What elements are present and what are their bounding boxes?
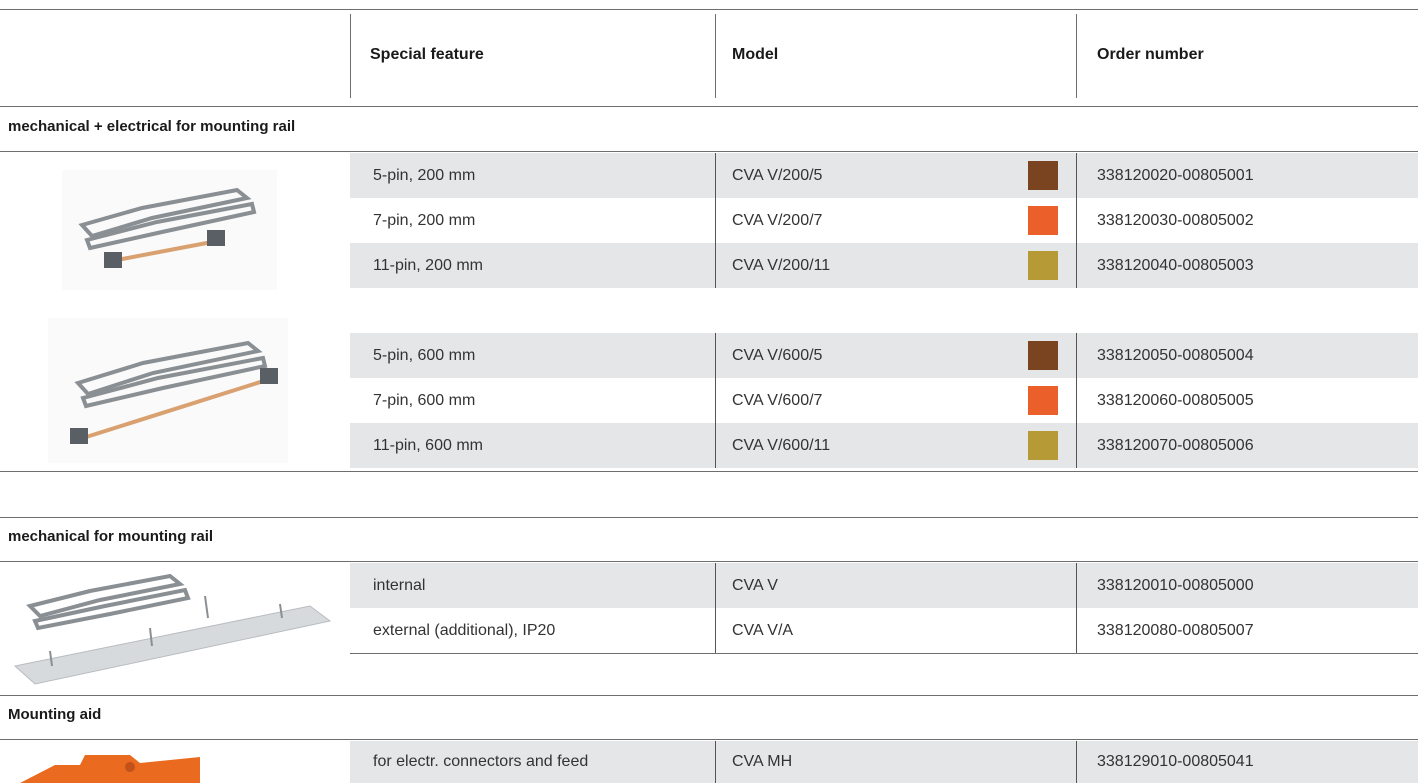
cell-order-number: 338120010-00805000 [1097,577,1254,594]
table-row: for electr. connectors and feed CVA MH 3… [350,741,1418,783]
color-swatch [1028,161,1058,190]
color-swatch [1028,386,1058,415]
color-swatch [1028,206,1058,235]
table-row: 5-pin, 200 mm CVA V/200/5 338120020-0080… [350,153,1418,198]
cell-divider [1076,243,1077,288]
cell-model: CVA V [732,577,778,594]
cell-model: CVA MH [732,753,793,770]
cell-model: CVA V/600/5 [732,347,823,364]
column-header-special-feature: Special feature [370,46,484,63]
cell-special-feature: 11-pin, 600 mm [373,437,483,454]
cell-divider [715,563,716,608]
cell-special-feature: 7-pin, 200 mm [373,212,476,229]
cell-divider [715,198,716,243]
section-bottom-border [0,471,1418,472]
table-row: 7-pin, 600 mm CVA V/600/7 338120060-0080… [350,378,1418,423]
section-title: mechanical + electrical for mounting rai… [8,118,296,135]
cell-model: CVA V/200/11 [732,257,831,274]
column-header-model: Model [732,46,779,63]
cell-divider [1076,608,1077,653]
color-swatch [1028,251,1058,280]
cell-divider [1076,333,1077,378]
section-divider [0,561,1418,562]
cell-divider [715,153,716,198]
group-bottom-border [350,653,1418,654]
cell-order-number: 338120060-00805005 [1097,392,1254,409]
section-divider [0,151,1418,152]
cell-divider [715,608,716,653]
cell-divider [1076,198,1077,243]
column-header-order-number: Order number [1097,46,1204,63]
mounting-aid-orange-image [20,755,200,783]
cell-special-feature: 7-pin, 600 mm [373,392,476,409]
cell-order-number: 338120030-00805002 [1097,212,1254,229]
cell-model: CVA V/A [732,622,794,639]
table-top-border [0,9,1418,10]
rail-connector-600mm-image [48,318,288,463]
cell-special-feature: 11-pin, 200 mm [373,257,483,274]
section-top-border [0,695,1418,696]
cell-special-feature: external (additional), IP20 [373,622,556,639]
cell-order-number: 338120070-00805006 [1097,437,1254,454]
color-swatch [1028,431,1058,460]
cell-order-number: 338120040-00805003 [1097,257,1254,274]
cell-special-feature: for electr. connectors and feed [373,753,589,770]
cell-model: CVA V/200/7 [732,212,823,229]
cell-divider [715,378,716,423]
cell-divider [715,333,716,378]
cell-order-number: 338120050-00805004 [1097,347,1254,364]
cell-special-feature: internal [373,577,426,594]
cell-model: CVA V/600/11 [732,437,831,454]
cell-divider [1076,423,1077,468]
header-divider [715,14,716,98]
cell-special-feature: 5-pin, 200 mm [373,167,476,184]
section-top-border [0,517,1418,518]
table-row: internal CVA V 338120010-00805000 [350,563,1418,608]
section-title: Mounting aid [8,706,102,723]
header-divider [1076,14,1077,98]
cell-divider [1076,153,1077,198]
table-row: 7-pin, 200 mm CVA V/200/7 338120030-0080… [350,198,1418,243]
cell-divider [715,741,716,783]
section-divider [0,739,1418,740]
cell-divider [715,423,716,468]
color-swatch [1028,341,1058,370]
table-row: external (additional), IP20 CVA V/A 3381… [350,608,1418,653]
cell-divider [1076,741,1077,783]
table-row: 11-pin, 600 mm CVA V/600/11 338120070-00… [350,423,1418,468]
cell-order-number: 338120080-00805007 [1097,622,1254,639]
cell-divider [1076,563,1077,608]
table-row: 11-pin, 200 mm CVA V/200/11 338120040-00… [350,243,1418,288]
table-row: 5-pin, 600 mm CVA V/600/5 338120050-0080… [350,333,1418,378]
cell-order-number: 338129010-00805041 [1097,753,1254,770]
cell-model: CVA V/200/5 [732,167,823,184]
cell-model: CVA V/600/7 [732,392,823,409]
section-title: mechanical for mounting rail [8,528,214,545]
header-divider [350,14,351,98]
cell-order-number: 338120020-00805001 [1097,167,1254,184]
rail-connector-200mm-image [62,170,277,290]
cell-divider [1076,378,1077,423]
cell-special-feature: 5-pin, 600 mm [373,347,476,364]
rail-connector-mechanical-image [10,566,335,691]
header-bottom-border [0,106,1418,107]
cell-divider [715,243,716,288]
